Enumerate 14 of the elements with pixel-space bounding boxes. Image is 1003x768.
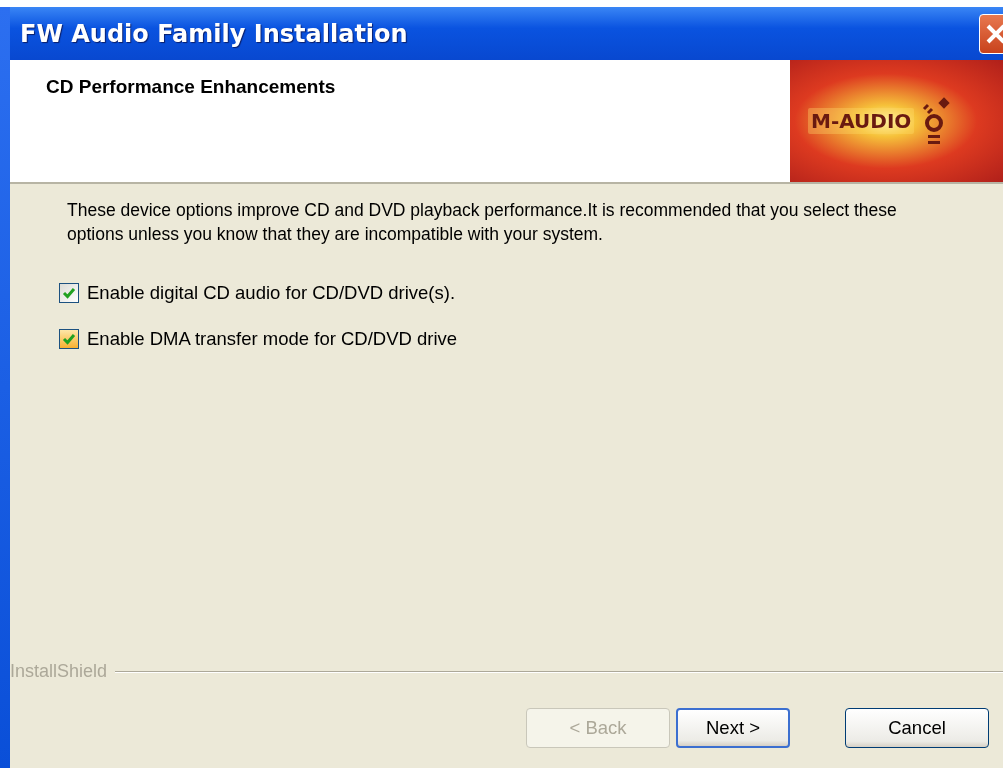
check-icon (62, 286, 76, 300)
dialog-button[interactable]: Cancel (845, 708, 989, 748)
checkbox[interactable] (59, 329, 79, 349)
check-icon (62, 332, 76, 346)
page-title: CD Performance Enhancements (46, 76, 336, 99)
logo-text: M-AUDIO (808, 108, 915, 134)
description-text: These device options improve CD and DVD playback performance.It is recommended that you select these options unless you know that they are incompatible with your system. (67, 199, 898, 246)
brand-label: InstallShield (10, 661, 108, 682)
checkbox[interactable] (59, 283, 79, 303)
checkbox-label: Enable DMA transfer mode for CD/DVD drive (87, 328, 458, 350)
checkbox-label: Enable digital CD audio for CD/DVD drive(s). (87, 282, 456, 304)
dialog-button[interactable]: Next > (676, 708, 790, 748)
close-button[interactable] (979, 13, 1003, 54)
window-title: FW Audio Family Installation (20, 19, 408, 48)
